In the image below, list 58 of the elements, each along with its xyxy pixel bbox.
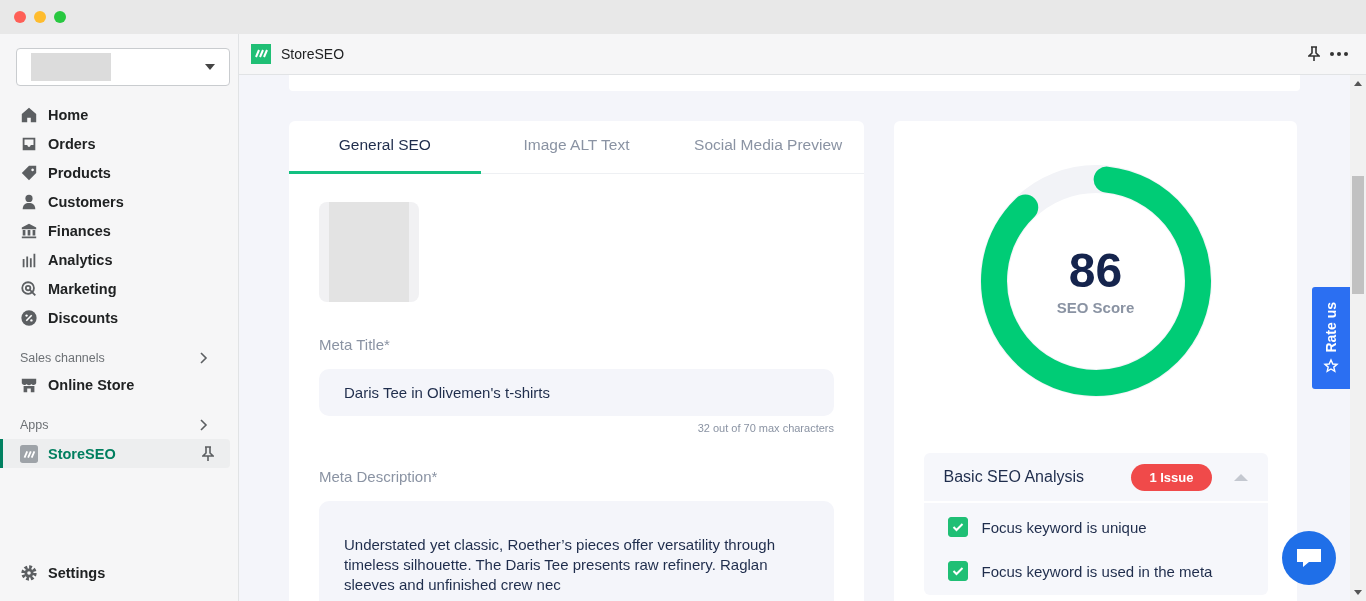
chevron-right-icon[interactable] bbox=[200, 419, 208, 431]
nav-item[interactable]: Discounts bbox=[0, 303, 230, 332]
chat-bubble-icon bbox=[1295, 546, 1323, 570]
collapse-caret-icon[interactable] bbox=[1233, 473, 1248, 481]
section-title: Apps bbox=[20, 418, 49, 432]
text-area[interactable]: Understated yet classic, Roether’s pieces offer versatility through timeless silhouette. The Daris Tee presents raw refinery. Raglan sleeves and unfinished crew nec bbox=[319, 501, 834, 601]
close-button[interactable] bbox=[14, 11, 26, 23]
settings-icon bbox=[20, 563, 38, 582]
target-icon bbox=[20, 279, 38, 298]
person-icon bbox=[20, 192, 38, 211]
maximize-button[interactable] bbox=[54, 11, 66, 23]
scroll-down-icon[interactable] bbox=[1354, 590, 1362, 595]
score-label: SEO Score bbox=[1056, 298, 1135, 316]
field-label: Meta Description* bbox=[319, 468, 439, 485]
character-counter: 32 out of 70 max characters bbox=[696, 422, 834, 434]
nav-item[interactable]: Analytics bbox=[0, 245, 230, 274]
more-icon[interactable] bbox=[1330, 52, 1348, 56]
nav-item[interactable]: Marketing bbox=[0, 274, 230, 303]
app-title: StoreSEO bbox=[281, 46, 345, 62]
field-label: Meta Title* bbox=[319, 336, 391, 353]
nav-item[interactable]: Online Store bbox=[0, 370, 230, 399]
nav-item[interactable]: Finances bbox=[0, 216, 230, 245]
app-logo-icon bbox=[20, 444, 38, 463]
tag-icon bbox=[20, 163, 38, 182]
bank-icon bbox=[20, 221, 38, 240]
checkmark-icon bbox=[951, 522, 964, 532]
checkmark-icon bbox=[951, 566, 964, 576]
score-value: 86 bbox=[1068, 246, 1123, 295]
settings-item[interactable]: Settings bbox=[0, 558, 230, 587]
checkbox[interactable] bbox=[947, 517, 968, 537]
scrollbar[interactable] bbox=[1350, 75, 1366, 601]
pin-icon[interactable] bbox=[202, 445, 214, 462]
input-field[interactable]: Daris Tee in Olivemen's t-shirts bbox=[319, 369, 834, 416]
discount-icon bbox=[20, 308, 38, 327]
minimize-button[interactable] bbox=[34, 11, 46, 23]
app-logo-icon bbox=[251, 44, 271, 64]
tab[interactable]: General SEO bbox=[289, 121, 481, 174]
caret-icon bbox=[205, 64, 215, 70]
pin-icon[interactable] bbox=[1308, 46, 1320, 62]
nav-item[interactable]: Home bbox=[0, 100, 230, 129]
scrollbar-thumb[interactable] bbox=[1352, 176, 1364, 294]
check-label: Focus keyword is used in the meta bbox=[981, 562, 1213, 580]
checkbox[interactable] bbox=[947, 561, 968, 581]
chat-button[interactable] bbox=[1282, 531, 1336, 585]
home-icon bbox=[20, 105, 38, 124]
nav-item[interactable]: Customers bbox=[0, 187, 230, 216]
scroll-up-icon[interactable] bbox=[1354, 81, 1362, 86]
star-icon bbox=[1323, 358, 1339, 375]
section-title: Sales channels bbox=[20, 351, 105, 365]
chevron-right-icon[interactable] bbox=[200, 352, 208, 364]
nav-item[interactable]: Orders bbox=[0, 129, 230, 158]
nav-item[interactable]: Products bbox=[0, 158, 230, 187]
issue-badge: 1 Issue bbox=[1131, 463, 1212, 491]
panel-title: Basic SEO Analysis bbox=[943, 468, 1085, 486]
check-label: Focus keyword is unique bbox=[981, 518, 1147, 536]
rate-us-tab[interactable]: Rate us bbox=[1312, 287, 1350, 389]
nav-item[interactable]: StoreSEO bbox=[0, 439, 230, 468]
store-selector[interactable] bbox=[16, 48, 230, 86]
